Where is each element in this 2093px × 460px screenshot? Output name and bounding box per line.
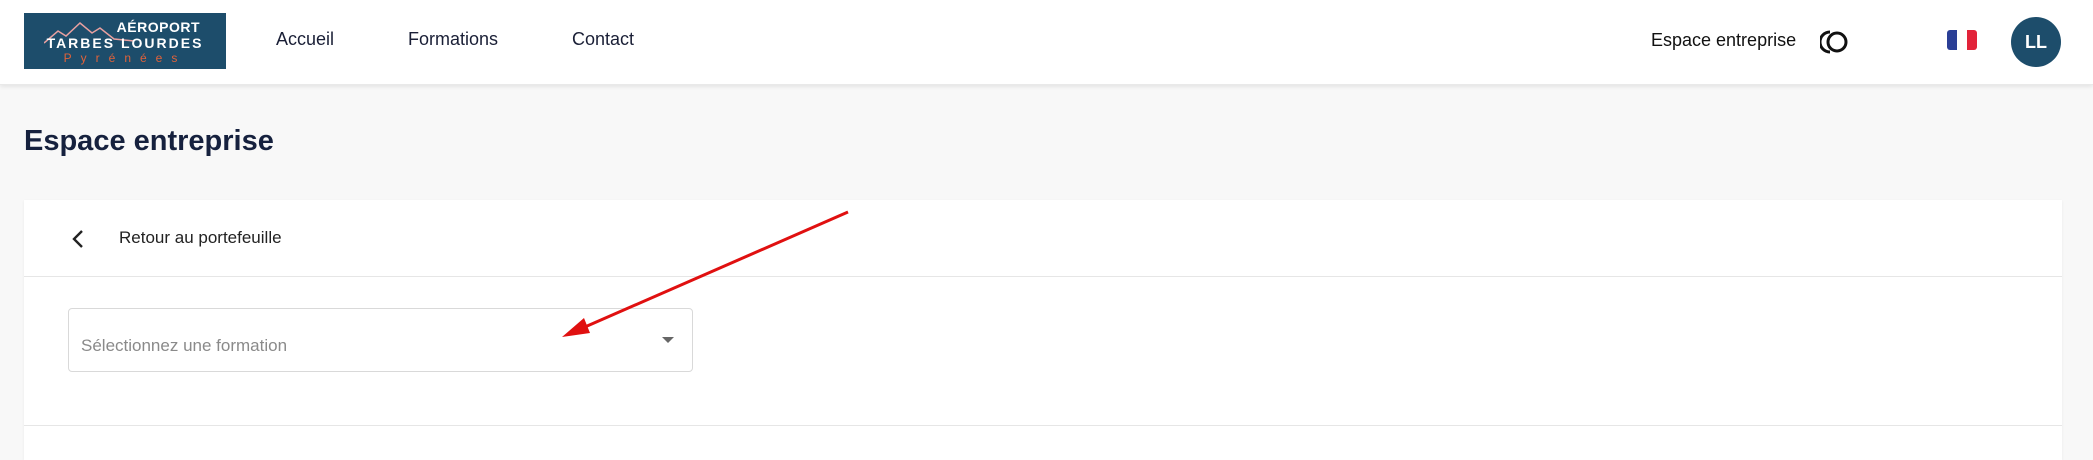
logo-line-3: Pyrénées xyxy=(63,51,187,65)
airport-logo[interactable]: AÉROPORT TARBES LOURDES Pyrénées xyxy=(24,13,226,69)
page-title: Espace entreprise xyxy=(24,125,274,157)
logo-line-1: AÉROPORT xyxy=(116,19,200,35)
divider xyxy=(24,425,2062,426)
french-flag-icon[interactable] xyxy=(1947,30,1977,50)
theme-toggle-icon[interactable] xyxy=(1818,28,1852,56)
select-placeholder: Sélectionnez une formation xyxy=(81,336,288,355)
logo-line-2: TARBES LOURDES xyxy=(46,35,204,51)
nav-accueil[interactable]: Accueil xyxy=(276,29,334,50)
nav-contact[interactable]: Contact xyxy=(572,29,634,50)
caret-down-icon xyxy=(662,337,674,343)
formation-select[interactable]: Sélectionnez une formation xyxy=(68,308,693,372)
chevron-left-icon[interactable] xyxy=(69,228,89,250)
back-to-portfolio-link[interactable]: Retour au portefeuille xyxy=(119,228,282,248)
nav-formations[interactable]: Formations xyxy=(408,29,498,50)
back-row: Retour au portefeuille xyxy=(24,200,2062,277)
top-header: AÉROPORT TARBES LOURDES Pyrénées Accueil… xyxy=(0,0,2093,85)
content-card: Retour au portefeuille Sélectionnez une … xyxy=(24,200,2062,460)
nav-espace-entreprise[interactable]: Espace entreprise xyxy=(1651,30,1796,51)
avatar[interactable]: LL xyxy=(2011,17,2061,67)
